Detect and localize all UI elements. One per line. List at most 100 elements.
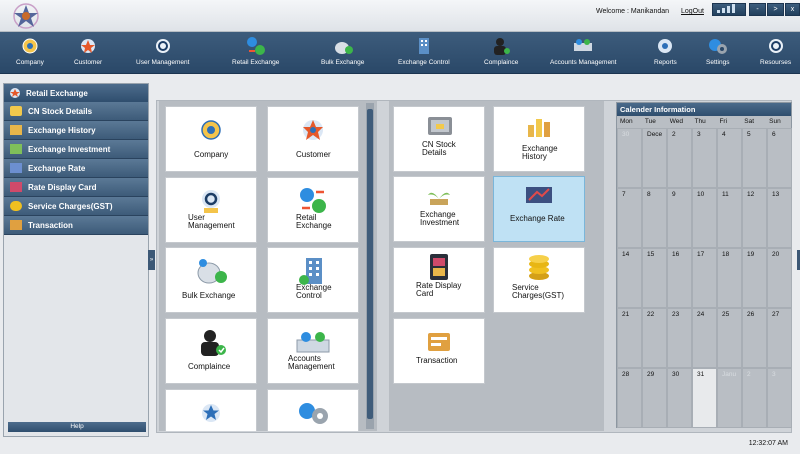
tile-transaction[interactable]: Transaction bbox=[393, 318, 485, 384]
calendar-day-cell[interactable]: 4 bbox=[717, 128, 742, 188]
calendar-day-cell[interactable]: 16 bbox=[667, 248, 692, 308]
calendar-day-cell[interactable]: 18 bbox=[717, 248, 742, 308]
calendar-day-cell[interactable]: 5 bbox=[742, 128, 767, 188]
sidebar-item-exchange-rate[interactable]: Exchange Rate bbox=[4, 159, 148, 178]
calendar-day-cell[interactable]: 27 bbox=[767, 308, 792, 368]
tile-exchange-control[interactable]: Exchange Control bbox=[267, 247, 359, 313]
tile-reports[interactable] bbox=[165, 389, 257, 431]
tile-exchange-rate[interactable]: Exchange Rate bbox=[493, 176, 585, 242]
calendar-day-cell[interactable]: 25 bbox=[717, 308, 742, 368]
calendar-day-cell[interactable]: 7 bbox=[617, 188, 642, 248]
calendar-day-cell[interactable]: 26 bbox=[742, 308, 767, 368]
calendar-day-cell[interactable]: 6 bbox=[767, 128, 792, 188]
calendar-day-cell[interactable]: 17 bbox=[692, 248, 717, 308]
toolbar-company[interactable]: Company bbox=[16, 35, 44, 66]
transaction-icon bbox=[10, 220, 22, 230]
sidebar: Retail Exchange CN Stock Details Exchang… bbox=[3, 83, 149, 437]
tile-complaince[interactable]: Complaince bbox=[165, 318, 257, 384]
calendar-day-cell[interactable]: 9 bbox=[667, 188, 692, 248]
calendar-day-cell[interactable]: 10 bbox=[692, 188, 717, 248]
settings-icon bbox=[707, 35, 729, 57]
sidebar-item-rate-display-card[interactable]: Rate Display Card bbox=[4, 178, 148, 197]
toolbar-retail-exchange[interactable]: Retail Exchange bbox=[232, 35, 279, 66]
calendar-day-cell[interactable]: 15 bbox=[642, 248, 667, 308]
toolbar-settings[interactable]: Settings bbox=[706, 35, 730, 66]
calendar-day-cell[interactable]: Janu bbox=[717, 368, 742, 428]
main-toolbar: Company Customer User Management Retail … bbox=[0, 32, 800, 74]
tile-exchange-history[interactable]: Exchange History bbox=[493, 106, 585, 172]
calendar-day-cell[interactable]: 13 bbox=[767, 188, 792, 248]
exchange-rate-icon bbox=[526, 187, 552, 203]
calendar-day-cell[interactable]: 11 bbox=[717, 188, 742, 248]
calendar-day-cell[interactable]: 14 bbox=[617, 248, 642, 308]
calendar-day-cell[interactable]: 12 bbox=[742, 188, 767, 248]
calendar-day-cell[interactable]: 30 bbox=[667, 368, 692, 428]
signal-strength-icon bbox=[712, 3, 746, 16]
sidebar-item-cn-stock-details[interactable]: CN Stock Details bbox=[4, 102, 148, 121]
exchange-history-icon bbox=[10, 125, 22, 135]
calendar-day-cell[interactable]: 31 bbox=[692, 368, 717, 428]
tile-user-management[interactable]: User Management bbox=[165, 177, 257, 243]
calendar-grid: 30 Dece 2 3 4 5 6 7 8 9 10 11 12 13 14 15 16 17 18 19 20 21 22… bbox=[617, 128, 792, 428]
toolbar-accounts-management[interactable]: Accounts Management bbox=[550, 35, 616, 66]
status-bar: 12:32:07 AM bbox=[0, 437, 800, 454]
calendar-day-cell[interactable]: 22 bbox=[642, 308, 667, 368]
calendar-day-cell[interactable]: 2 bbox=[667, 128, 692, 188]
exchange-control-icon bbox=[413, 35, 435, 57]
toolbar-customer[interactable]: Customer bbox=[74, 35, 102, 66]
exchange-rate-icon bbox=[10, 163, 22, 173]
calendar-day-cell[interactable]: 8 bbox=[642, 188, 667, 248]
tile-settings[interactable] bbox=[267, 389, 359, 431]
tile-customer[interactable]: Customer bbox=[267, 106, 359, 172]
sidebar-header: Retail Exchange bbox=[4, 84, 148, 102]
toolbar-complaince[interactable]: Complaince bbox=[484, 35, 518, 66]
user-management-icon bbox=[152, 35, 174, 57]
retail-exchange-icon bbox=[300, 188, 326, 213]
complaince-icon bbox=[490, 35, 512, 57]
calendar-day-cell[interactable]: 2 bbox=[742, 368, 767, 428]
close-button[interactable]: x bbox=[785, 3, 800, 16]
toolbar-resourses[interactable]: Resourses bbox=[760, 35, 791, 66]
help-button[interactable]: Help bbox=[8, 422, 146, 432]
sidebar-item-service-charges[interactable]: Service Charges(GST) bbox=[4, 197, 148, 216]
sidebar-collapse-handle[interactable]: » bbox=[148, 250, 155, 270]
calendar-day-cell[interactable]: 23 bbox=[667, 308, 692, 368]
settings-icon bbox=[299, 403, 328, 424]
calendar-title: Calender Information bbox=[617, 103, 791, 116]
calendar-day-cell[interactable]: 28 bbox=[617, 368, 642, 428]
sidebar-item-exchange-investment[interactable]: Exchange Investment bbox=[4, 140, 148, 159]
minimize-button[interactable]: - bbox=[749, 3, 766, 16]
logout-link[interactable]: LogOut bbox=[681, 8, 704, 15]
bulk-exchange-icon bbox=[197, 259, 227, 284]
calendar-day-cell[interactable]: 3 bbox=[767, 368, 792, 428]
tile-exchange-investment[interactable]: Exchange Investment bbox=[393, 176, 485, 242]
calendar-day-cell[interactable]: 20 bbox=[767, 248, 792, 308]
sidebar-item-exchange-history[interactable]: Exchange History bbox=[4, 121, 148, 140]
calendar-day-cell[interactable]: Dece bbox=[642, 128, 667, 188]
modules-scrollbar[interactable] bbox=[366, 103, 374, 429]
tile-company[interactable]: Company bbox=[165, 106, 257, 172]
calendar-day-cell[interactable]: 19 bbox=[742, 248, 767, 308]
tile-rate-display-card[interactable]: Rate Display Card bbox=[393, 247, 485, 313]
tile-bulk-exchange[interactable]: Bulk Exchange bbox=[165, 247, 257, 313]
calendar-day-cell[interactable]: 24 bbox=[692, 308, 717, 368]
tile-service-charges[interactable]: Service Charges(GST) bbox=[493, 247, 585, 313]
exchange-control-icon bbox=[299, 258, 322, 285]
toolbar-bulk-exchange[interactable]: Bulk Exchange bbox=[321, 35, 364, 66]
clock: 12:32:07 AM bbox=[748, 440, 788, 447]
toolbar-user-management[interactable]: User Management bbox=[136, 35, 189, 66]
maximize-button[interactable]: > bbox=[767, 3, 784, 16]
exchange-investment-icon bbox=[428, 192, 450, 205]
tile-accounts-management[interactable]: Accounts Management bbox=[267, 318, 359, 384]
calendar-day-cell[interactable]: 3 bbox=[692, 128, 717, 188]
calendar-day-cell[interactable]: 30 bbox=[617, 128, 642, 188]
toolbar-reports[interactable]: Reports bbox=[654, 35, 677, 66]
tile-retail-exchange[interactable]: Retail Exchange bbox=[267, 177, 359, 243]
scrollbar-thumb[interactable] bbox=[367, 109, 373, 419]
calendar-day-cell[interactable]: 21 bbox=[617, 308, 642, 368]
cn-stock-icon bbox=[428, 117, 452, 135]
sidebar-item-transaction[interactable]: Transaction bbox=[4, 216, 148, 235]
toolbar-exchange-control[interactable]: Exchange Control bbox=[398, 35, 450, 66]
calendar-day-cell[interactable]: 29 bbox=[642, 368, 667, 428]
tile-cn-stock-details[interactable]: CN Stock Details bbox=[393, 106, 485, 172]
